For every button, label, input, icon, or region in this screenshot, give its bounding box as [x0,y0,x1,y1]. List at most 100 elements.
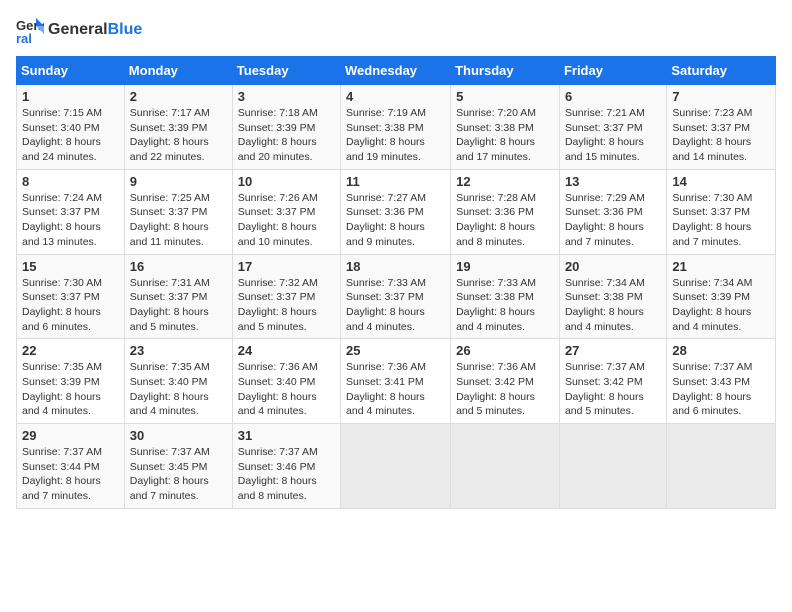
day-info: Sunrise: 7:20 AMSunset: 3:38 PMDaylight:… [456,106,554,165]
header: Gene ral GeneralBlue [16,16,776,44]
calendar-cell: 13Sunrise: 7:29 AMSunset: 3:36 PMDayligh… [559,169,666,254]
day-number: 31 [238,428,335,443]
col-header-friday: Friday [559,57,666,85]
svg-text:ral: ral [16,31,32,44]
day-number: 26 [456,343,554,358]
day-info: Sunrise: 7:18 AMSunset: 3:39 PMDaylight:… [238,106,335,165]
day-info: Sunrise: 7:33 AMSunset: 3:38 PMDaylight:… [456,276,554,335]
day-number: 23 [130,343,227,358]
calendar-cell: 3 Sunrise: 7:18 AMSunset: 3:39 PMDaylight… [232,85,340,170]
calendar-cell: 22Sunrise: 7:35 AMSunset: 3:39 PMDayligh… [17,339,125,424]
calendar-cell: 28 Sunrise: 7:37 AMSunset: 3:43 PMDayligh… [667,339,776,424]
calendar-cell: 15 Sunrise: 7:30 AMSunset: 3:37 PMDayligh… [17,254,125,339]
day-number: 9 [130,174,227,189]
col-header-saturday: Saturday [667,57,776,85]
day-info: Sunrise: 7:37 AMSunset: 3:43 PMDaylight:… [672,360,770,419]
week-row-3: 15 Sunrise: 7:30 AMSunset: 3:37 PMDayligh… [17,254,776,339]
day-info: Sunrise: 7:34 AMSunset: 3:39 PMDaylight:… [672,276,770,335]
day-info: Sunrise: 7:30 AMSunset: 3:37 PMDaylight:… [672,191,770,250]
day-info: Sunrise: 7:28 AMSunset: 3:36 PMDaylight:… [456,191,554,250]
day-info: Sunrise: 7:37 AMSunset: 3:42 PMDaylight:… [565,360,661,419]
calendar-cell: 16 Sunrise: 7:31 AMSunset: 3:37 PMDayligh… [124,254,232,339]
day-number: 15 [22,259,119,274]
logo-icon: Gene ral [16,16,44,44]
day-header-row: SundayMondayTuesdayWednesdayThursdayFrid… [17,57,776,85]
day-info: Sunrise: 7:26 AMSunset: 3:37 PMDaylight:… [238,191,335,250]
calendar-cell: 4 Sunrise: 7:19 AMSunset: 3:38 PMDaylight… [341,85,451,170]
day-info: Sunrise: 7:27 AMSunset: 3:36 PMDaylight:… [346,191,445,250]
calendar-cell: 19 Sunrise: 7:33 AMSunset: 3:38 PMDayligh… [451,254,560,339]
day-number: 2 [130,89,227,104]
day-info: Sunrise: 7:23 AMSunset: 3:37 PMDaylight:… [672,106,770,165]
day-info: Sunrise: 7:19 AMSunset: 3:38 PMDaylight:… [346,106,445,165]
day-number: 24 [238,343,335,358]
day-number: 10 [238,174,335,189]
day-info: Sunrise: 7:15 AMSunset: 3:40 PMDaylight:… [22,106,119,165]
day-info: Sunrise: 7:35 AMSunset: 3:40 PMDaylight:… [130,360,227,419]
logo-blue: Blue [108,21,143,38]
day-number: 20 [565,259,661,274]
day-info: Sunrise: 7:31 AMSunset: 3:37 PMDaylight:… [130,276,227,335]
week-row-5: 29Sunrise: 7:37 AMSunset: 3:44 PMDayligh… [17,424,776,509]
day-number: 13 [565,174,661,189]
day-info: Sunrise: 7:30 AMSunset: 3:37 PMDaylight:… [22,276,119,335]
calendar-cell: 20Sunrise: 7:34 AMSunset: 3:38 PMDayligh… [559,254,666,339]
day-number: 11 [346,174,445,189]
week-row-2: 8Sunrise: 7:24 AMSunset: 3:37 PMDaylight… [17,169,776,254]
day-info: Sunrise: 7:36 AMSunset: 3:41 PMDaylight:… [346,360,445,419]
calendar-cell [451,424,560,509]
logo-general: General [48,21,108,38]
calendar-cell: 1 Sunrise: 7:15 AMSunset: 3:40 PMDaylight… [17,85,125,170]
day-info: Sunrise: 7:36 AMSunset: 3:42 PMDaylight:… [456,360,554,419]
calendar-cell: 14 Sunrise: 7:30 AMSunset: 3:37 PMDayligh… [667,169,776,254]
calendar-cell [667,424,776,509]
calendar-cell: 24 Sunrise: 7:36 AMSunset: 3:40 PMDayligh… [232,339,340,424]
week-row-4: 22Sunrise: 7:35 AMSunset: 3:39 PMDayligh… [17,339,776,424]
day-number: 6 [565,89,661,104]
calendar-cell: 23 Sunrise: 7:35 AMSunset: 3:40 PMDayligh… [124,339,232,424]
calendar-cell: 31 Sunrise: 7:37 AMSunset: 3:46 PMDayligh… [232,424,340,509]
day-info: Sunrise: 7:33 AMSunset: 3:37 PMDaylight:… [346,276,445,335]
day-number: 25 [346,343,445,358]
calendar-cell: 8Sunrise: 7:24 AMSunset: 3:37 PMDaylight… [17,169,125,254]
day-info: Sunrise: 7:25 AMSunset: 3:37 PMDaylight:… [130,191,227,250]
day-number: 5 [456,89,554,104]
day-info: Sunrise: 7:32 AMSunset: 3:37 PMDaylight:… [238,276,335,335]
day-number: 14 [672,174,770,189]
calendar-cell: 11 Sunrise: 7:27 AMSunset: 3:36 PMDayligh… [341,169,451,254]
calendar-cell: 12 Sunrise: 7:28 AMSunset: 3:36 PMDayligh… [451,169,560,254]
day-info: Sunrise: 7:21 AMSunset: 3:37 PMDaylight:… [565,106,661,165]
calendar-cell: 26 Sunrise: 7:36 AMSunset: 3:42 PMDayligh… [451,339,560,424]
calendar-cell: 29Sunrise: 7:37 AMSunset: 3:44 PMDayligh… [17,424,125,509]
day-number: 8 [22,174,119,189]
calendar-cell: 17 Sunrise: 7:32 AMSunset: 3:37 PMDayligh… [232,254,340,339]
day-number: 18 [346,259,445,274]
day-info: Sunrise: 7:37 AMSunset: 3:44 PMDaylight:… [22,445,119,504]
day-number: 16 [130,259,227,274]
col-header-thursday: Thursday [451,57,560,85]
day-number: 22 [22,343,119,358]
calendar-cell [559,424,666,509]
day-number: 27 [565,343,661,358]
day-info: Sunrise: 7:37 AMSunset: 3:46 PMDaylight:… [238,445,335,504]
day-number: 17 [238,259,335,274]
day-number: 19 [456,259,554,274]
day-number: 4 [346,89,445,104]
calendar-cell: 30Sunrise: 7:37 AMSunset: 3:45 PMDayligh… [124,424,232,509]
day-info: Sunrise: 7:36 AMSunset: 3:40 PMDaylight:… [238,360,335,419]
day-number: 3 [238,89,335,104]
calendar-cell: 25 Sunrise: 7:36 AMSunset: 3:41 PMDayligh… [341,339,451,424]
calendar-cell: 9 Sunrise: 7:25 AMSunset: 3:37 PMDaylight… [124,169,232,254]
logo: Gene ral GeneralBlue [16,16,142,44]
day-info: Sunrise: 7:37 AMSunset: 3:45 PMDaylight:… [130,445,227,504]
day-number: 12 [456,174,554,189]
col-header-tuesday: Tuesday [232,57,340,85]
calendar-cell [341,424,451,509]
col-header-sunday: Sunday [17,57,125,85]
day-info: Sunrise: 7:17 AMSunset: 3:39 PMDaylight:… [130,106,227,165]
calendar-cell: 2 Sunrise: 7:17 AMSunset: 3:39 PMDaylight… [124,85,232,170]
calendar-cell: 7Sunrise: 7:23 AMSunset: 3:37 PMDaylight… [667,85,776,170]
day-number: 28 [672,343,770,358]
col-header-wednesday: Wednesday [341,57,451,85]
day-number: 1 [22,89,119,104]
